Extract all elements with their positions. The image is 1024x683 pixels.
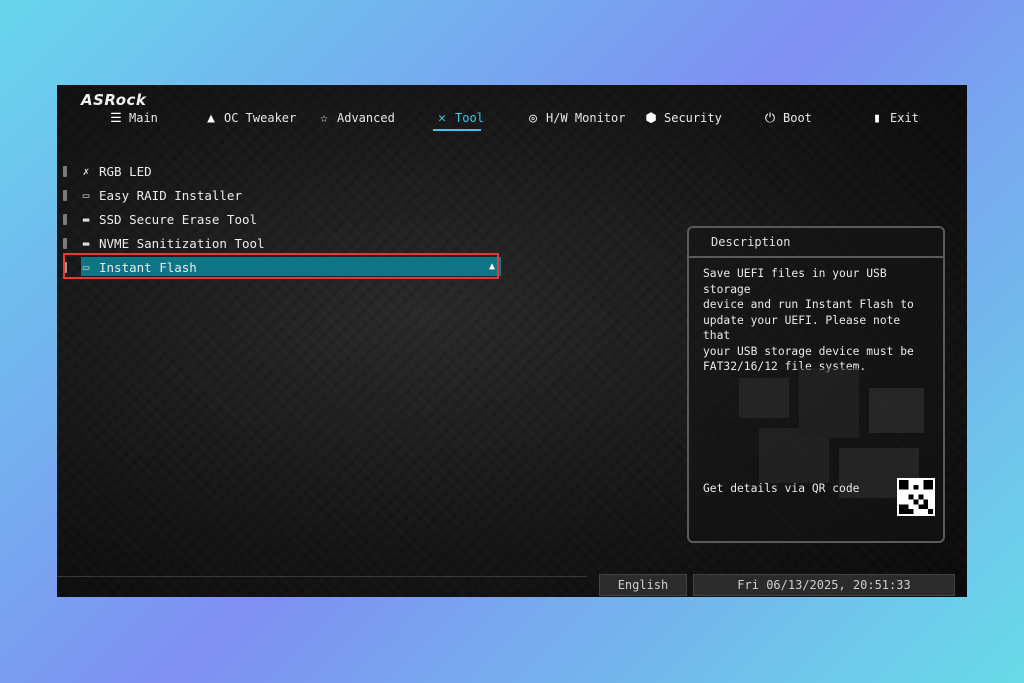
star-icon: ☆: [320, 110, 328, 126]
qr-code-label: Get details via QR code: [703, 482, 860, 495]
date-time-display: Fri 06/13/2025, 20:51:33: [693, 574, 955, 596]
tab-label: OC Tweaker: [224, 111, 297, 125]
folder-icon: ▬: [82, 212, 90, 226]
tab-label: Security: [664, 111, 722, 125]
menu-item-label: Easy RAID Installer: [99, 187, 242, 203]
top-nav: ☰ Main ▲ OC Tweaker ☆ Advanced ✕ Tool ◎ …: [57, 111, 967, 133]
bios-window: ASRock ☰ Main ▲ OC Tweaker ☆ Advanced ✕ …: [57, 85, 967, 597]
description-line: device and run Instant Flash to: [703, 298, 914, 311]
tab-label: Tool: [455, 111, 484, 125]
mouse-cursor-icon: ▲: [489, 261, 496, 272]
tab-hw-monitor[interactable]: ◎ H/W Monitor: [526, 110, 626, 126]
tab-security[interactable]: ⬢ Security: [644, 110, 722, 126]
tab-label: Advanced: [337, 111, 395, 125]
tab-label: Boot: [783, 111, 812, 125]
tab-tool[interactable]: ✕ Tool: [435, 110, 484, 126]
tool-icon: ✕: [438, 110, 446, 126]
description-line: Save UEFI files in your USB storage: [703, 267, 887, 296]
tab-label: Exit: [890, 111, 919, 125]
description-title: Description: [689, 228, 943, 258]
raid-icon: ▭: [82, 188, 90, 202]
tab-advanced[interactable]: ☆ Advanced: [317, 110, 395, 126]
brand-logo: ASRock: [81, 91, 147, 109]
exit-door-icon: ▮: [873, 110, 881, 126]
tab-main[interactable]: ☰ Main: [109, 110, 158, 126]
description-panel: Description Save UEFI files in your USB …: [687, 226, 945, 543]
tab-oc-tweaker[interactable]: ▲ OC Tweaker: [204, 110, 297, 126]
highlight-annotation-box: [63, 253, 499, 279]
tab-label: Main: [129, 111, 158, 125]
menu-item-ssd-secure-erase[interactable]: ▬ SSD Secure Erase Tool: [63, 207, 265, 231]
menu-item-nvme-sanitization[interactable]: ▬ NVME Sanitization Tool: [63, 231, 265, 255]
description-line: your USB storage device must be: [703, 344, 914, 358]
monitor-icon: ◎: [529, 110, 537, 126]
tab-boot[interactable]: ⏻ Boot: [763, 110, 812, 126]
shield-icon: ⬢: [645, 110, 657, 126]
menu-item-rgb-led[interactable]: ✗ RGB LED: [63, 159, 265, 183]
menu-item-easy-raid-installer[interactable]: ▭ Easy RAID Installer: [63, 183, 265, 207]
menu-item-label: SSD Secure Erase Tool: [99, 211, 258, 227]
tab-label: H/W Monitor: [546, 111, 626, 125]
description-line: update your UEFI. Please note that: [703, 313, 901, 343]
bullet-marker: [63, 213, 67, 225]
tab-exit[interactable]: ▮ Exit: [870, 110, 919, 126]
rocket-icon: ▲: [207, 110, 215, 126]
footer-divider: [57, 576, 587, 577]
bullet-marker: [63, 189, 67, 201]
folder-icon: ▬: [82, 236, 90, 250]
active-tab-underline: [433, 129, 481, 131]
rgb-tool-icon: ✗: [82, 164, 90, 178]
menu-item-label: NVME Sanitization Tool: [99, 235, 265, 251]
main-list-icon: ☰: [110, 110, 122, 126]
bullet-marker: [63, 237, 67, 249]
power-icon: ⏻: [764, 110, 776, 126]
menu-item-label: RGB LED: [99, 163, 152, 179]
bullet-marker: [63, 165, 67, 177]
qr-code-icon[interactable]: [897, 478, 935, 516]
language-selector[interactable]: English: [599, 574, 687, 596]
